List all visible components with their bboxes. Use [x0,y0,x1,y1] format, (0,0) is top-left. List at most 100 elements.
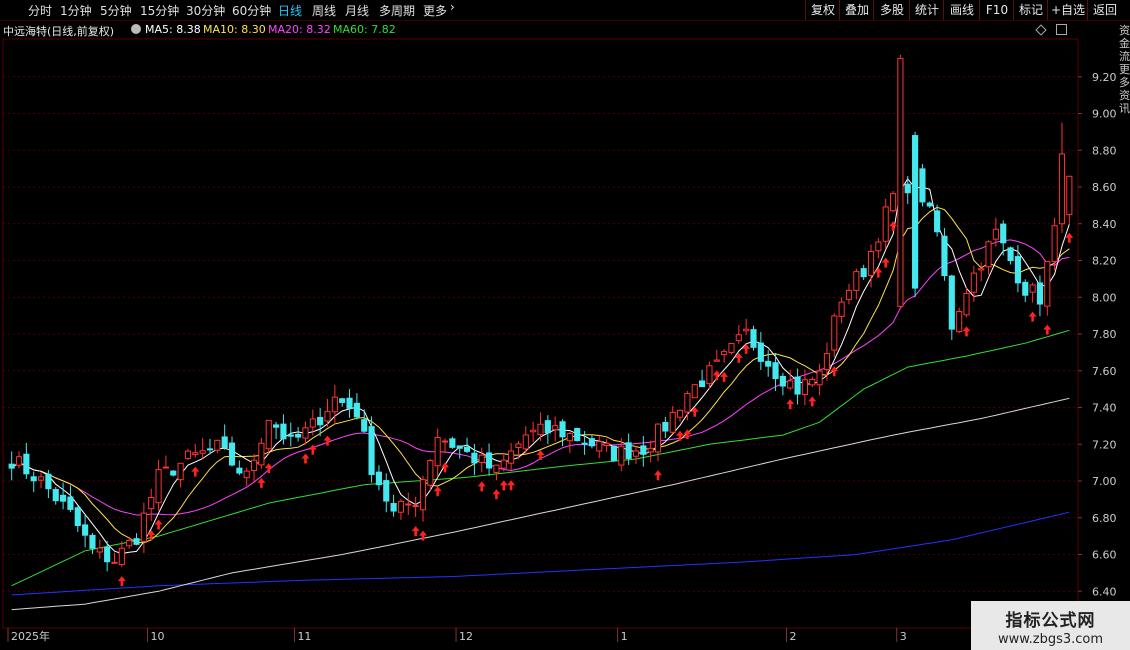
candle-body [537,423,544,436]
candle-body [23,453,30,475]
candle-body [882,206,889,242]
toolbar-button-6[interactable]: 标记 [1013,0,1048,20]
candle-body [500,459,507,469]
moving-average-lines [11,177,1070,611]
candle-body [647,447,654,453]
up-arrow-icon [191,466,200,477]
toolbar-button-8[interactable]: 返回 [1087,0,1122,20]
chevron-right-icon[interactable]: › [450,0,455,14]
up-arrow-icon [1043,324,1052,335]
candle-body [1022,281,1029,296]
candle-body [441,440,449,443]
toolbar-button-2[interactable]: 多股 [873,0,910,20]
stock-title[interactable]: 中远海特(日线,前复权) [3,23,114,39]
candle-body [728,342,735,353]
tab-8[interactable]: 月线 [345,2,369,19]
tab-6[interactable]: 日线 [278,2,302,19]
candle-body [478,454,485,463]
candle-body [331,396,338,413]
candle-body [192,452,199,455]
candle-body [816,370,823,386]
candle-body [610,445,618,462]
candle-body [74,507,81,527]
candle-body [596,441,603,452]
x-tick-label: 3 [900,630,907,643]
candle-body [405,503,412,506]
candle-body [779,375,786,387]
toolbar-button-7[interactable]: +自选 [1047,0,1088,20]
candle-body [37,476,45,481]
candle-body [368,426,375,475]
tab-1[interactable]: 1分钟 [60,2,92,19]
candle-body [970,272,977,293]
window-icon[interactable] [1056,24,1067,35]
candle-body [632,450,640,457]
candle-body [948,275,955,330]
candle-body [258,442,265,466]
candle-body [1029,284,1036,293]
candle-body [199,450,206,454]
x-tick-label: 2 [790,630,797,643]
tab-10[interactable]: 更多 [423,2,447,19]
up-arrow-icon [881,257,890,268]
toolbar-button-0[interactable]: 复权 [805,0,840,20]
candle-body [375,471,382,486]
candle-body [743,328,750,332]
candle-body [493,464,500,473]
candle-body [419,479,427,511]
candle-body [662,421,669,432]
toolbar-button-3[interactable]: 统计 [909,0,944,20]
indicator-info-bar: 中远海特(日线,前复权) MA5: 8.38 MA10: 8.30 MA20: … [0,21,1080,39]
y-tick-label: 7.80 [1092,328,1117,341]
candle-body [397,500,405,513]
candle-body [1066,175,1073,216]
candle-body [228,442,236,466]
candle-body [412,505,419,508]
toolbar-button-4[interactable]: 画线 [943,0,980,20]
kline-chart[interactable]: 9.20 9.00 8.80 8.60 8.40 8.20 8.00 7.80 7.60 7.40… [0,0,1130,650]
up-arrow-icon [889,221,898,232]
y-tick-label: 7.60 [1092,365,1117,378]
up-arrow-icon [257,477,266,488]
candle-body [60,494,67,502]
y-tick-label: 9.00 [1092,108,1117,121]
toolbar-button-1[interactable]: 叠加 [839,0,874,20]
candle-body [449,438,456,448]
candle-body [250,459,258,472]
up-arrow-icon [808,396,817,407]
candle-body [831,315,838,351]
side-panel-tab[interactable]: 资金流 更 多 资 讯 [1119,24,1130,115]
y-tick-label: 7.20 [1092,438,1117,451]
candle-body [691,384,698,399]
tab-2[interactable]: 5分钟 [100,2,132,19]
candle-body [860,268,867,278]
tab-7[interactable]: 周线 [312,2,336,19]
candle-body [177,462,184,481]
tab-5[interactable]: 60分钟 [232,2,271,19]
candle-body [104,546,111,563]
candle-body [273,424,280,428]
candle-body [552,425,559,431]
tab-9[interactable]: 多周期 [379,2,415,19]
up-arrow-icon [154,519,163,530]
candle-body [471,452,478,464]
candle-body [904,183,911,194]
candle-body [8,463,15,469]
candle-body [15,456,23,466]
candle-body [845,289,853,300]
candle-body [361,419,368,432]
toolbar-button-5[interactable]: F10 [979,0,1014,20]
tab-0[interactable]: 分时 [28,2,52,19]
chevron-down-icon[interactable] [131,24,141,34]
candle-body [897,57,904,307]
candle-body [515,443,522,449]
candle-body [669,411,676,433]
tab-3[interactable]: 15分钟 [140,2,179,19]
candle-body [853,271,860,291]
y-tick-label: 8.40 [1092,218,1117,231]
tab-4[interactable]: 30分钟 [186,2,225,19]
candle-body [978,268,985,271]
price-axis: 9.20 9.00 8.80 8.60 8.40 8.20 8.00 7.80 7.60 7.40… [1078,71,1117,598]
y-tick-label: 7.40 [1092,402,1117,415]
candle-body [67,496,74,510]
